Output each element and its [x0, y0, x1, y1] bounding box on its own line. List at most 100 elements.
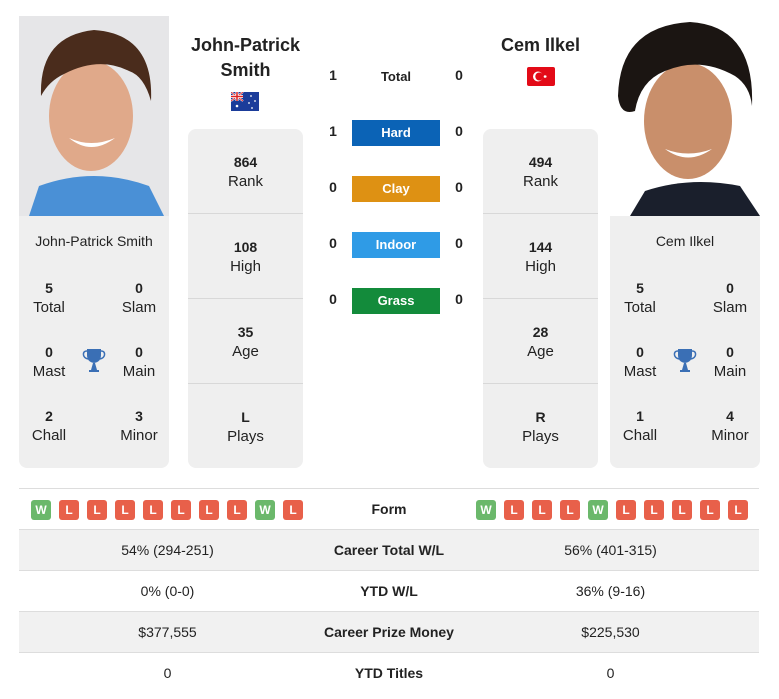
form-win-badge: W — [476, 500, 496, 520]
prize-money-row: $377,555 Career Prize Money $225,530 — [19, 611, 759, 653]
h2h-clay-p2: 0 — [455, 179, 463, 195]
divider — [188, 383, 303, 384]
player1-name-line1: John-Patrick — [190, 35, 301, 55]
player1-plays-value: L — [241, 409, 250, 425]
value: 0 — [726, 344, 734, 360]
value: 1 — [636, 408, 644, 424]
career-wl-label: Career Total W/L — [333, 542, 445, 558]
surface-indoor-badge[interactable]: Indoor — [352, 232, 440, 258]
label: Total — [33, 299, 65, 316]
player1-high: 108 High — [188, 237, 303, 277]
player2-titles-slam: 0 Slam — [700, 278, 760, 318]
divider — [188, 298, 303, 299]
label: Mast — [32, 363, 66, 380]
value: 0 — [135, 280, 143, 296]
player2-titles-chall: 1 Chall — [610, 406, 670, 446]
player1-portrait — [19, 16, 169, 216]
form-loss-badge: L — [171, 500, 191, 520]
label: Chall — [31, 427, 67, 444]
form-win-badge: W — [31, 500, 51, 520]
player1-titles-slam: 0 Slam — [109, 278, 169, 318]
surface-hard-badge[interactable]: Hard — [352, 120, 440, 146]
player2-ytd-titles: 0 — [606, 665, 615, 681]
trophy-icon — [82, 347, 106, 378]
h2h-grass-p1: 0 — [329, 291, 337, 307]
player2-prize-money: $225,530 — [581, 624, 640, 640]
player2-rank: 494 Rank — [483, 152, 598, 192]
player2-age-label: Age — [527, 343, 554, 360]
player1-titles-minor: 3 Minor — [109, 406, 169, 446]
form-loss-badge: L — [59, 500, 79, 520]
player2-card-name[interactable]: Cem Ilkel — [610, 233, 760, 249]
form-label: Form — [371, 501, 407, 517]
player2-form: WLLLWLLLLL — [476, 489, 766, 530]
form-win-badge: W — [588, 500, 608, 520]
player1-ytd-wl: 0% (0-0) — [140, 583, 195, 599]
player2-career-wl: 56% (401-315) — [564, 542, 657, 558]
player2-plays-value: R — [535, 409, 546, 425]
player1-titles-mast: 0 Mast — [19, 342, 79, 382]
ytd-titles-row: 0 YTD Titles 0 — [19, 652, 759, 694]
player2-plays: R Plays — [483, 407, 598, 447]
h2h-indoor-p1: 0 — [329, 235, 337, 251]
player1-rank: 864 Rank — [188, 152, 303, 192]
player1-career-wl: 54% (294-251) — [121, 542, 214, 558]
player2-portrait — [610, 16, 760, 216]
h2h-indoor-p2: 0 — [455, 235, 463, 251]
form-row: WLLLLLLLWL Form WLLLWLLLLL — [19, 488, 759, 530]
surface-grass-badge[interactable]: Grass — [352, 288, 440, 314]
divider — [483, 213, 598, 214]
player1-rank-value: 864 — [233, 154, 258, 170]
value: 2 — [45, 408, 53, 424]
player1-name-heading[interactable]: John-Patrick Smith — [188, 33, 303, 83]
label: Minor — [711, 427, 749, 444]
player2-titles-mast: 0 Mast — [610, 342, 670, 382]
player1-name-line2: Smith — [220, 60, 271, 80]
form-loss-badge: L — [143, 500, 163, 520]
prize-money-label: Career Prize Money — [324, 624, 454, 640]
trophy-icon — [673, 347, 697, 378]
player2-name-heading[interactable]: Cem Ilkel — [483, 33, 598, 58]
label: Minor — [120, 427, 158, 444]
player2-high-value: 144 — [528, 239, 553, 255]
player1-plays-label: Plays — [227, 428, 264, 445]
player1-form: WLLLLLLLWL — [31, 489, 321, 530]
player1-age: 35 Age — [188, 322, 303, 362]
player1-age-value: 35 — [237, 324, 254, 340]
australia-flag-icon — [230, 91, 259, 111]
form-loss-badge: L — [283, 500, 303, 520]
form-loss-badge: L — [115, 500, 135, 520]
player2-titles-main: 0 Main — [700, 342, 760, 382]
player2-titles-total: 5 Total — [610, 278, 670, 318]
value: 0 — [636, 344, 644, 360]
label: Slam — [712, 299, 748, 316]
player2-age: 28 Age — [483, 322, 598, 362]
player1-card-name[interactable]: John-Patrick Smith — [19, 233, 169, 249]
h2h-total-p1: 1 — [329, 67, 337, 83]
value: 5 — [45, 280, 53, 296]
form-loss-badge: L — [672, 500, 692, 520]
value: 3 — [135, 408, 143, 424]
divider — [483, 383, 598, 384]
player2-age-value: 28 — [532, 324, 549, 340]
label: Chall — [622, 427, 658, 444]
form-loss-badge: L — [560, 500, 580, 520]
value: 0 — [726, 280, 734, 296]
player2-high: 144 High — [483, 237, 598, 277]
player2-plays-label: Plays — [522, 428, 559, 445]
form-loss-badge: L — [644, 500, 664, 520]
label: Total — [624, 299, 656, 316]
player2-photo — [610, 16, 760, 216]
surface-clay-badge[interactable]: Clay — [352, 176, 440, 202]
player2-rank-value: 494 — [528, 154, 553, 170]
turkey-flag-icon — [527, 67, 555, 91]
label: Main — [122, 363, 156, 380]
form-loss-badge: L — [504, 500, 524, 520]
player1-ytd-titles: 0 — [163, 665, 172, 681]
form-loss-badge: L — [616, 500, 636, 520]
form-loss-badge: L — [700, 500, 720, 520]
player2-titles-minor: 4 Minor — [700, 406, 760, 446]
h2h-hard-p1: 1 — [329, 123, 337, 139]
ytd-titles-label: YTD Titles — [354, 665, 424, 681]
player1-plays: L Plays — [188, 407, 303, 447]
